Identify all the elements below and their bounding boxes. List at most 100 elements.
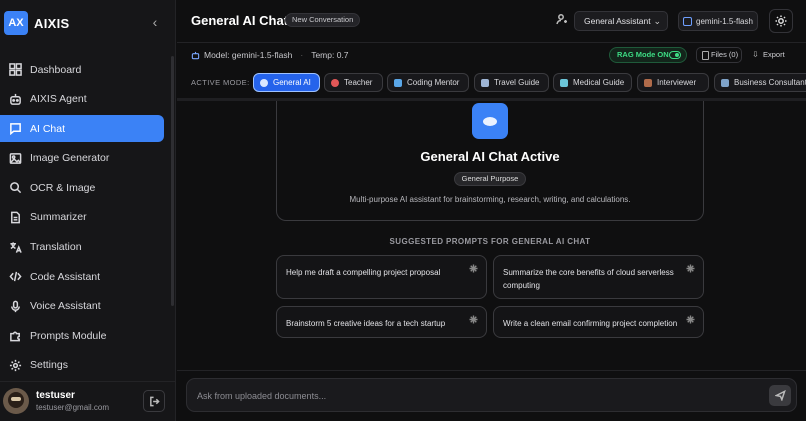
laptop-icon — [394, 78, 402, 87]
mode-info-card: General AI Chat Active General Purpose M… — [276, 101, 704, 221]
microphone-icon — [8, 299, 22, 313]
sidebar-item-translation[interactable]: Translation — [0, 234, 164, 261]
sidebar-item-label: OCR & Image — [30, 181, 96, 194]
sidebar-item-label: Translation — [30, 241, 82, 254]
header-divider — [177, 42, 806, 43]
sun-icon — [775, 15, 787, 27]
sidebar-item-dashboard[interactable]: Dashboard — [0, 56, 164, 83]
export-button[interactable]: Export — [752, 47, 792, 63]
sidebar-item-code-assistant[interactable]: Code Assistant — [0, 263, 164, 290]
avatar[interactable] — [3, 388, 29, 414]
page-title: General AI Chat — [191, 13, 289, 28]
active-mode-label: ACTIVE MODE: — [191, 78, 250, 87]
document-icon — [8, 210, 22, 224]
mode-chip-label: Business Consultant — [734, 78, 806, 87]
toggle-switch-icon — [669, 51, 681, 59]
sidebar-item-prompts-module[interactable]: Prompts Module — [0, 322, 164, 349]
brand[interactable]: AX AIXIS — [4, 10, 69, 36]
image-icon — [8, 151, 22, 165]
puzzle-icon — [8, 329, 22, 343]
sidebar-item-label: Voice Assistant — [30, 300, 101, 313]
new-conversation-badge[interactable]: New Conversation — [285, 13, 361, 27]
sidebar-item-label: Dashboard — [30, 63, 82, 76]
logout-button[interactable] — [143, 390, 165, 412]
sidebar-item-settings[interactable]: Settings — [0, 352, 164, 379]
suggested-prompt-card[interactable]: Help me draft a compelling project propo… — [276, 255, 487, 299]
mode-badge: General Purpose — [454, 172, 526, 186]
sidebar-item-aixis-agent[interactable]: AIXIS Agent — [0, 86, 164, 113]
sparkle-icon — [469, 315, 478, 324]
apple-icon — [331, 78, 339, 87]
suggested-prompt-card[interactable]: Brainstorm 5 creative ideas for a tech s… — [276, 306, 487, 338]
user-switch-icon[interactable] — [556, 13, 570, 27]
sidebar-item-label: Prompts Module — [30, 329, 107, 342]
sparkle-icon — [469, 264, 478, 273]
suggested-prompt-text: Help me draft a compelling project propo… — [286, 268, 441, 277]
sidebar: AX AIXIS ‹ Dashboard AIXIS Agent AI Chat… — [0, 0, 176, 421]
sidebar-item-label: Summarizer — [30, 211, 87, 224]
mode-chip-teacher[interactable]: Teacher — [324, 73, 383, 92]
header: General AI Chat New Conversation General… — [177, 0, 806, 42]
mode-chip-medical-guide[interactable]: Medical Guide — [553, 73, 632, 92]
chat-icon — [8, 122, 22, 136]
message-input[interactable] — [197, 388, 757, 403]
collapse-sidebar-chevron-left-icon[interactable]: ‹ — [148, 14, 162, 30]
sidebar-item-label: AIXIS Agent — [30, 93, 87, 106]
chat-bubble-icon — [260, 78, 268, 87]
brand-name: AIXIS — [34, 15, 70, 31]
chip-icon — [683, 16, 693, 26]
mode-chip-coding-mentor[interactable]: Coding Mentor — [387, 73, 469, 92]
mode-chip-travel-guide[interactable]: Travel Guide — [474, 73, 549, 92]
sidebar-item-summarizer[interactable]: Summarizer — [0, 204, 164, 231]
user-profile: testuser testuser@gmail.com — [0, 381, 176, 421]
send-button[interactable] — [769, 385, 791, 406]
sidebar-item-label: Image Generator — [30, 152, 110, 165]
suggested-prompt-card[interactable]: Summarize the core benefits of cloud ser… — [493, 255, 704, 299]
user-name: testuser — [36, 390, 75, 401]
suggested-prompt-text: Write a clean email confirming project c… — [503, 319, 678, 328]
suggested-prompt-card[interactable]: Write a clean email confirming project c… — [493, 306, 704, 338]
mode-chip-general-ai[interactable]: General AI — [253, 73, 320, 92]
model-info: Model: gemini-1.5-flash · Temp: 0.7 — [191, 50, 349, 60]
sidebar-item-ocr-image[interactable]: OCR & Image — [0, 174, 164, 201]
temperature-label: Temp: 0.7 — [311, 50, 349, 60]
mode-chip-label: Medical Guide — [573, 78, 625, 87]
sidebar-item-image-generator[interactable]: Image Generator — [0, 145, 164, 172]
mode-chip-label: Coding Mentor — [407, 78, 460, 87]
send-icon — [774, 390, 786, 401]
mode-chip-business-consultant[interactable]: Business Consultant — [714, 73, 806, 92]
rag-mode-toggle[interactable]: RAG Mode ON — [609, 47, 687, 63]
composer-divider — [177, 370, 806, 371]
sidebar-item-ai-chat[interactable]: AI Chat — [0, 115, 164, 143]
model-selector[interactable]: gemini-1.5-flash — [678, 11, 758, 31]
sidebar-nav: Dashboard AIXIS Agent AI Chat Image Gene… — [0, 56, 176, 382]
airplane-icon — [481, 78, 489, 87]
code-icon — [8, 270, 22, 284]
model-selector-value: gemini-1.5-flash — [696, 16, 753, 26]
translate-icon — [8, 240, 22, 254]
logout-icon — [149, 396, 160, 406]
mode-chip-label: Interviewer — [657, 78, 697, 87]
chevron-down-icon: ⌄ — [653, 16, 661, 26]
suggested-prompts-heading: SUGGESTED PROMPTS FOR GENERAL AI CHAT — [389, 237, 591, 246]
suggested-prompt-text: Brainstorm 5 creative ideas for a tech s… — [286, 319, 446, 328]
briefcase-icon — [644, 78, 652, 87]
sidebar-item-voice-assistant[interactable]: Voice Assistant — [0, 293, 164, 320]
chat-composer — [186, 378, 797, 412]
mode-chip-label: General AI — [273, 78, 311, 87]
rag-mode-label: RAG Mode ON — [617, 50, 669, 59]
robot-icon — [191, 51, 200, 59]
files-button[interactable]: Files (0) — [696, 47, 742, 63]
mode-chip-interviewer[interactable]: Interviewer — [637, 73, 709, 92]
user-email: testuser@gmail.com — [36, 403, 110, 412]
dna-icon — [560, 78, 568, 87]
chart-icon — [721, 78, 729, 87]
sidebar-item-label: Settings — [30, 359, 68, 372]
sparkle-icon — [686, 315, 695, 324]
mode-description: Multi-purpose AI assistant for brainstor… — [349, 195, 631, 204]
suggested-prompt-text: Summarize the core benefits of cloud ser… — [503, 268, 674, 290]
assistant-select[interactable]: General Assistant ⌄ — [574, 11, 668, 31]
theme-toggle-button[interactable] — [769, 9, 793, 33]
sidebar-item-label: AI Chat — [30, 122, 66, 135]
sidebar-scrollbar[interactable] — [171, 56, 174, 306]
